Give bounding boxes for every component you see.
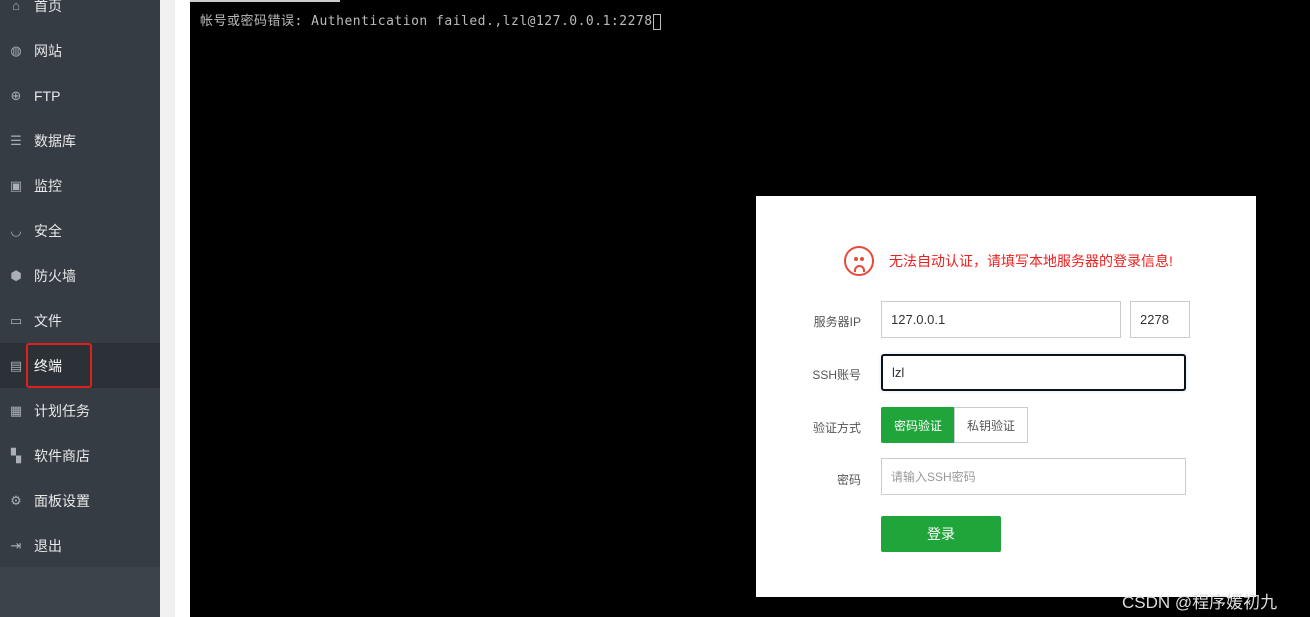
sidebar-item[interactable]: ◡ 安全: [0, 208, 160, 253]
auth-key-button[interactable]: 私钥验证: [954, 407, 1028, 443]
sidebar-item[interactable]: ⚙ 面板设置: [0, 478, 160, 523]
sidebar-item-label: 文件: [34, 312, 62, 329]
sidebar-item[interactable]: ▤ 终端: [0, 343, 160, 388]
ftp-icon: ⊕: [10, 87, 22, 103]
firewall-icon: ⬢: [10, 267, 22, 283]
sad-face-icon: [844, 246, 874, 276]
sidebar-item[interactable]: ▣ 监控: [0, 163, 160, 208]
auth-method-label: 验证方式: [812, 421, 861, 435]
apps-icon: ▚: [11, 447, 21, 463]
sidebar-item-label: 数据库: [34, 132, 76, 149]
password-input[interactable]: 请输入SSH密码: [881, 458, 1186, 495]
port-input[interactable]: 2278: [1130, 301, 1190, 338]
home-icon: ⌂: [12, 0, 20, 13]
database-icon: ☰: [10, 132, 22, 148]
ssh-user-input[interactable]: lzl: [881, 354, 1186, 391]
calendar-icon: ▦: [9, 402, 23, 418]
sidebar-item-label: 计划任务: [34, 402, 90, 419]
sidebar-item[interactable]: ▦ 计划任务: [0, 388, 160, 433]
sidebar-item-label: 监控: [34, 177, 62, 194]
sidebar: ⌂ 首页 ◍ 网站 ⊕ FTP ☰ 数据库 ▣ 监控 ◡ 安全 ⬢ 防火墙 ▭ 文件 ▤ 终端 ▦ 计划任务 ▚ 软件商店…: [0, 0, 160, 617]
globe-icon: ◍: [10, 42, 22, 58]
sidebar-item-label: 面板设置: [34, 492, 90, 509]
password-label: 密码: [836, 473, 861, 487]
sidebar-item-label: 软件商店: [34, 447, 90, 464]
sidebar-item-label: 退出: [34, 537, 62, 554]
sidebar-item[interactable]: ☰ 数据库: [0, 118, 160, 163]
server-ip-label: 服务器IP: [813, 315, 861, 329]
monitor-icon: ▣: [9, 177, 23, 193]
sidebar-item[interactable]: ⇥ 退出: [0, 523, 160, 568]
gear-icon: ⚙: [10, 492, 22, 508]
content-gutter: [175, 0, 190, 617]
sidebar-item[interactable]: ⬢ 防火墙: [0, 253, 160, 298]
sidebar-item[interactable]: ◍ 网站: [0, 28, 160, 73]
login-button[interactable]: 登录: [881, 516, 1001, 552]
warning-message: 无法自动认证，请填写本地服务器的登录信息!: [844, 246, 1173, 276]
server-ip-input[interactable]: 127.0.0.1: [881, 301, 1121, 338]
sidebar-item[interactable]: ⊕ FTP: [0, 73, 160, 118]
sidebar-item-label: FTP: [34, 87, 61, 104]
sidebar-menu: ⌂ 首页 ◍ 网站 ⊕ FTP ☰ 数据库 ▣ 监控 ◡ 安全 ⬢ 防火墙 ▭ 文件 ▤ 终端 ▦ 计划任务 ▚ 软件商店…: [0, 0, 160, 567]
sidebar-item-label: 防火墙: [34, 267, 76, 284]
highlight-box: [26, 343, 92, 388]
sidebar-item-label: 安全: [34, 222, 62, 239]
ssh-user-label: SSH账号: [812, 368, 861, 382]
sidebar-item[interactable]: ▚ 软件商店: [0, 433, 160, 478]
shield-icon: ◡: [10, 222, 22, 238]
ssh-login-dialog: 无法自动认证，请填写本地服务器的登录信息! 服务器IP 127.0.0.1 22…: [756, 196, 1256, 597]
terminal-tab-bar: [190, 0, 340, 2]
sidebar-item-label: 网站: [34, 42, 62, 59]
terminal-output: 帐号或密码错误: Authentication failed.,lzl@127.…: [200, 10, 661, 30]
logout-icon: ⇥: [10, 537, 22, 553]
terminal-cursor: [652, 13, 661, 30]
watermark: CSDN @程序媛初九: [1122, 593, 1278, 612]
sidebar-item[interactable]: ▭ 文件: [0, 298, 160, 343]
sidebar-item-label: 首页: [34, 0, 62, 14]
terminal-icon: ▤: [9, 357, 23, 373]
folder-icon: ▭: [9, 312, 23, 328]
sidebar-item[interactable]: ⌂ 首页: [0, 0, 160, 28]
auth-password-button[interactable]: 密码验证: [881, 407, 955, 443]
